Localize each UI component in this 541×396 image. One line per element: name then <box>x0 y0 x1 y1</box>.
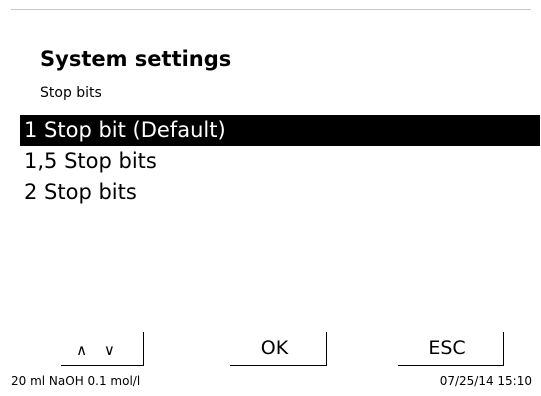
esc-button[interactable]: ESC <box>398 332 504 366</box>
page-title: System settings <box>40 47 232 71</box>
top-divider <box>11 9 531 10</box>
softkey-underline <box>398 365 504 366</box>
esc-button-label: ESC <box>428 337 466 359</box>
ok-button-label: OK <box>260 337 289 359</box>
up-down-arrows-icon: ∧ ∨ <box>76 341 121 359</box>
page-subtitle: Stop bits <box>40 85 102 101</box>
option-1-5-stop-bits[interactable]: 1,5 Stop bits <box>20 146 540 177</box>
reagent-status: 20 ml NaOH 0.1 mol/l <box>11 374 141 388</box>
option-2-stop-bits[interactable]: 2 Stop bits <box>20 177 540 208</box>
softkey-underline <box>230 365 327 366</box>
softkey-underline <box>61 365 144 366</box>
up-down-button[interactable]: ∧ ∨ <box>61 332 144 366</box>
softkey-edge <box>143 332 144 366</box>
option-1-stop-bit[interactable]: 1 Stop bit (Default) <box>20 115 540 146</box>
softkey-bar: ∧ ∨ OK ESC <box>0 332 541 366</box>
softkey-edge <box>503 332 504 366</box>
stop-bits-list: 1 Stop bit (Default) 1,5 Stop bits 2 Sto… <box>20 115 540 208</box>
ok-button[interactable]: OK <box>230 332 327 366</box>
softkey-edge <box>326 332 327 366</box>
datetime-status: 07/25/14 15:10 <box>439 374 532 388</box>
